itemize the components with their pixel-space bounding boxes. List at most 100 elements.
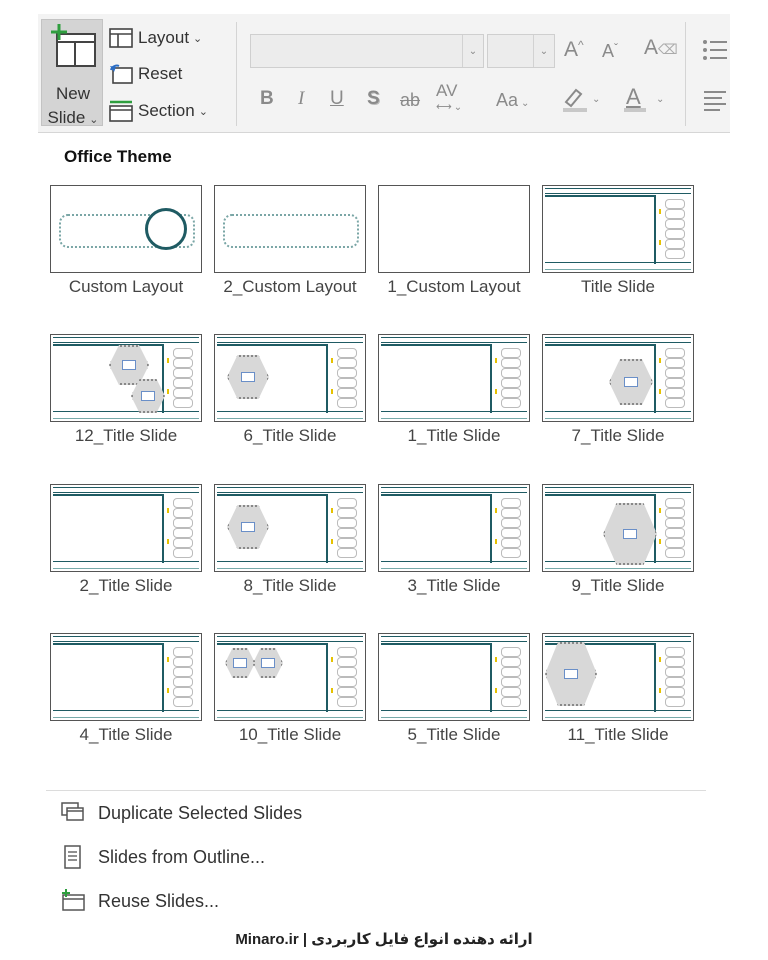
layout-thumbnail[interactable] xyxy=(50,334,202,422)
layout-thumbnail-label: 2_Title Slide xyxy=(79,576,173,595)
slide-side-panel xyxy=(167,643,197,711)
layout-thumbnail[interactable] xyxy=(214,633,366,721)
theme-title: Office Theme xyxy=(64,147,172,166)
duplicate-selected-slides-item[interactable]: Duplicate Selected Slides xyxy=(60,801,302,825)
layout-thumbnail-label: 9_Title Slide xyxy=(571,576,665,595)
layout-thumbnail[interactable] xyxy=(214,334,366,422)
circle-shape xyxy=(145,208,187,250)
svg-text:A: A xyxy=(626,84,641,109)
reuse-slides-label: Reuse Slides... xyxy=(98,890,220,911)
layout-icon xyxy=(109,28,133,48)
layout-thumbnail-label: 7_Title Slide xyxy=(571,426,665,445)
font-color-a-icon: A ⌄ xyxy=(624,84,664,112)
font-color-icon[interactable]: A ⌄ xyxy=(622,84,666,120)
reuse-slides-icon xyxy=(62,889,85,911)
chevron-down-icon: ⌄ xyxy=(198,105,208,118)
slide-side-panel xyxy=(331,643,361,711)
layout-thumbnail[interactable] xyxy=(50,484,202,572)
slide-side-panel xyxy=(495,494,525,562)
layout-thumbnail-label: 8_Title Slide xyxy=(243,576,337,595)
reset-icon xyxy=(110,64,133,84)
layout-thumbnail[interactable] xyxy=(214,185,366,273)
layout-thumbnail-label: 10_Title Slide xyxy=(238,725,342,744)
layout-thumbnail[interactable] xyxy=(542,484,694,572)
layout-thumbnail-label: 2_Custom Layout xyxy=(223,277,357,296)
font-size-combo[interactable]: ⌄ xyxy=(487,34,555,68)
layout-thumbnail[interactable] xyxy=(378,334,530,422)
layout-thumbnail[interactable] xyxy=(214,484,366,572)
bold-icon[interactable]: B xyxy=(260,88,274,110)
chevron-down-icon: ⌄ xyxy=(89,114,99,126)
layout-thumbnail-label: 3_Title Slide xyxy=(407,576,501,595)
chevron-down-icon[interactable]: ⌄ xyxy=(533,35,554,67)
ribbon: New Slide ⌄ Layout ⌄ Reset Section ⌄ ⌄ ⌄… xyxy=(38,14,730,133)
layout-thumbnail-label: 5_Title Slide xyxy=(407,725,501,744)
ribbon-divider xyxy=(236,22,237,126)
underline-icon[interactable]: U xyxy=(330,88,344,110)
italic-icon[interactable]: I xyxy=(298,88,304,110)
bullets-icon[interactable] xyxy=(702,38,728,62)
layout-thumbnail-label: Custom Layout xyxy=(68,277,184,296)
layout-thumbnail-label: 12_Title Slide xyxy=(74,426,178,445)
layout-thumbnail-label: 11_Title Slide xyxy=(567,725,669,744)
reuse-slides-item[interactable]: Reuse Slides... xyxy=(60,889,219,913)
slide-side-panel xyxy=(659,344,689,412)
slide-side-panel xyxy=(659,494,689,562)
chevron-down-icon[interactable]: ⌄ xyxy=(462,35,483,67)
layout-thumbnail[interactable] xyxy=(542,185,694,273)
outline-document-icon xyxy=(64,845,81,869)
layout-thumbnail[interactable] xyxy=(50,185,202,273)
slide-side-panel xyxy=(495,344,525,412)
reset-label: Reset xyxy=(138,64,183,83)
layout-label: Layout xyxy=(138,28,190,47)
character-spacing-icon[interactable]: AV ⟷ ⌄ xyxy=(436,82,462,115)
layout-thumbnail-label: Title Slide xyxy=(580,277,655,296)
slide-side-panel xyxy=(167,494,197,562)
clear-formatting-icon[interactable]: A⌫ xyxy=(644,36,678,60)
layout-thumbnail[interactable] xyxy=(542,334,694,422)
align-left-icon[interactable] xyxy=(702,88,728,112)
reset-button[interactable]: Reset xyxy=(109,64,182,84)
footer-watermark: Minaro.ir | ارائه دهنده انواع فایل کاربر… xyxy=(235,931,533,948)
new-slide-label: New xyxy=(55,84,90,103)
slide-side-panel xyxy=(659,643,689,711)
section-label: Section xyxy=(138,101,195,120)
slide-side-panel xyxy=(331,494,361,562)
slide-side-panel xyxy=(331,344,361,412)
highlighter-icon: ⌄ xyxy=(563,88,600,112)
layout-thumbnail[interactable] xyxy=(378,484,530,572)
slides-from-outline-label: Slides from Outline... xyxy=(98,846,266,867)
layout-thumbnail-label: 1_Custom Layout xyxy=(387,277,521,296)
menu-divider xyxy=(46,790,706,791)
layout-thumbnail-label: 6_Title Slide xyxy=(243,426,337,445)
svg-text:⌄: ⌄ xyxy=(592,94,600,105)
layout-thumbnail[interactable] xyxy=(378,185,530,273)
layout-button[interactable]: Layout ⌄ xyxy=(109,28,202,48)
slide-side-panel xyxy=(659,195,689,263)
increase-font-size-icon[interactable]: A^ xyxy=(564,38,584,62)
section-button[interactable]: Section ⌄ xyxy=(109,100,208,122)
layout-thumbnail[interactable] xyxy=(378,633,530,721)
duplicate-label: Duplicate Selected Slides xyxy=(98,802,303,823)
layout-thumbnail[interactable] xyxy=(542,633,694,721)
layout-thumbnail[interactable] xyxy=(50,633,202,721)
slide-side-panel xyxy=(167,344,197,412)
ribbon-divider xyxy=(685,22,686,126)
shadow-icon[interactable]: S xyxy=(367,88,380,110)
slide-side-panel xyxy=(495,643,525,711)
svg-text:⌄: ⌄ xyxy=(656,94,664,105)
strikethrough-icon[interactable]: ab xyxy=(400,90,420,111)
new-slide-button[interactable]: New Slide ⌄ xyxy=(41,19,103,127)
layout-thumbnail-label: 4_Title Slide xyxy=(79,725,173,744)
decrease-font-size-icon[interactable]: Aˇ xyxy=(602,41,618,62)
chevron-down-icon: ⌄ xyxy=(193,32,203,45)
highlight-color-icon[interactable]: ⌄ xyxy=(560,84,600,120)
change-case-icon[interactable]: Aa ⌄ xyxy=(496,90,529,111)
font-name-combo[interactable]: ⌄ xyxy=(250,34,484,68)
new-slide-label-2: Slide ⌄ xyxy=(47,108,99,127)
duplicate-slides-icon xyxy=(61,802,84,821)
new-slide-icon xyxy=(51,24,96,67)
slides-from-outline-item[interactable]: Slides from Outline... xyxy=(60,845,265,869)
section-icon xyxy=(109,100,133,122)
layout-thumbnail-label: 1_Title Slide xyxy=(407,426,501,445)
